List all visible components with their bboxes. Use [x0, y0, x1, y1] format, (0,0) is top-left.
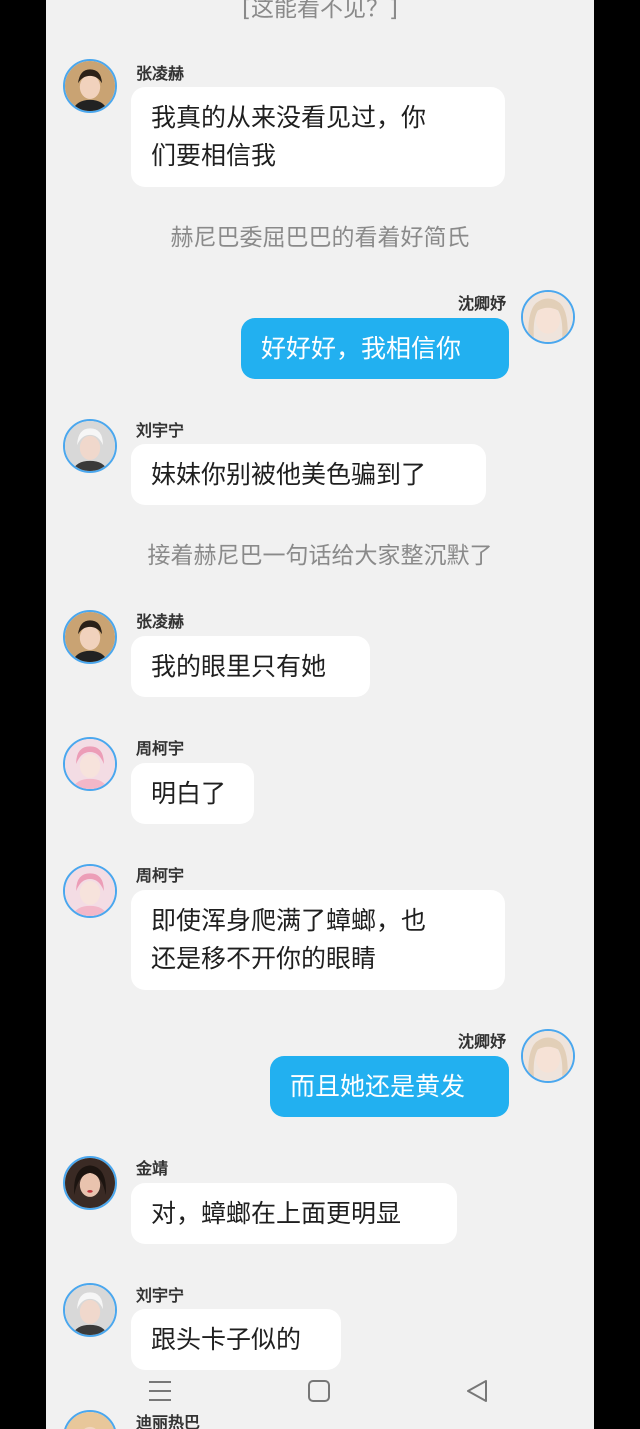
blonde-girl-avatar-icon [523, 292, 573, 342]
chat-canvas: [这能看不见？] 张凌赫 我真的从来没看见过，你 们要相信我 赫尼巴委屈巴巴的看… [46, 0, 594, 1429]
avatar-shen-qingyu[interactable] [521, 1029, 575, 1083]
message-bubble[interactable]: 对，蟑螂在上面更明显 [131, 1183, 457, 1244]
message-line: 跟头卡子似的 [151, 1324, 302, 1354]
blonde-girl-avatar-icon [523, 1031, 573, 1081]
message-bubble[interactable]: 跟头卡子似的 [131, 1309, 341, 1370]
message-bubble[interactable]: 我真的从来没看见过，你 们要相信我 [131, 87, 505, 187]
man-white-hair-avatar-icon [65, 1285, 115, 1335]
message-line: 们要相信我 [151, 141, 277, 170]
narration-text: 接着赫尼巴一句话给大家整沉默了 [147, 543, 493, 569]
pink-hair-avatar-icon [65, 866, 115, 916]
message-line: 即使浑身爬满了蟑螂，也 [151, 906, 427, 935]
avatar-liu-yuning[interactable] [63, 1283, 117, 1337]
system-navigation-bar [46, 1362, 594, 1418]
message-line: 还是移不开你的眼睛 [151, 944, 377, 973]
sender-name: 周柯宇 [136, 866, 185, 885]
avatar-jin-jing[interactable] [63, 1156, 117, 1210]
back-icon[interactable] [462, 1376, 492, 1406]
avatar-liu-yuning[interactable] [63, 419, 117, 473]
avatar-zhang-linghe[interactable] [63, 59, 117, 113]
sender-name: 刘宇宁 [136, 421, 185, 440]
pink-hair-avatar-icon [65, 739, 115, 789]
home-icon[interactable] [304, 1376, 334, 1406]
message-bubble[interactable]: 我的眼里只有她 [131, 636, 370, 697]
avatar-zhang-linghe[interactable] [63, 610, 117, 664]
message-line: 而且她还是黄发 [290, 1071, 466, 1101]
message-line: 我的眼里只有她 [151, 651, 327, 681]
man-dark-hair-avatar-icon [65, 61, 115, 111]
message-line: 对，蟑螂在上面更明显 [151, 1198, 402, 1228]
message-line: 妹妹你别被他美色骗到了 [151, 459, 427, 489]
sender-name: 沈卿妤 [457, 294, 506, 313]
woman-dark-hair-avatar-icon [65, 1158, 115, 1208]
man-white-hair-avatar-icon [65, 421, 115, 471]
avatar-zhou-keyu[interactable] [63, 737, 117, 791]
sender-name: 沈卿妤 [457, 1032, 506, 1051]
avatar-shen-qingyu[interactable] [521, 290, 575, 344]
message-bubble[interactable]: 妹妹你别被他美色骗到了 [131, 444, 486, 505]
my-message-bubble[interactable]: 好好好，我相信你 [241, 318, 509, 379]
message-bubble[interactable]: 明白了 [131, 763, 254, 824]
narration-text: 赫尼巴委屈巴巴的看着好简氏 [170, 225, 470, 251]
sender-name: 金靖 [136, 1159, 169, 1178]
message-line: 明白了 [151, 778, 227, 808]
sender-name: 张凌赫 [136, 612, 185, 631]
avatar-zhou-keyu[interactable] [63, 864, 117, 918]
narration-cut-top: [这能看不见？] [242, 0, 398, 22]
man-dark-hair-avatar-icon [65, 612, 115, 662]
message-bubble[interactable]: 即使浑身爬满了蟑螂，也 还是移不开你的眼睛 [131, 890, 505, 990]
menu-icon[interactable] [145, 1376, 175, 1406]
message-line: 我真的从来没看见过，你 [151, 103, 427, 132]
sender-name: 刘宇宁 [136, 1286, 185, 1305]
sender-name: 张凌赫 [136, 64, 185, 83]
sender-name: 周柯宇 [136, 739, 185, 758]
my-message-bubble[interactable]: 而且她还是黄发 [270, 1056, 509, 1117]
message-line: 好好好，我相信你 [261, 333, 462, 363]
